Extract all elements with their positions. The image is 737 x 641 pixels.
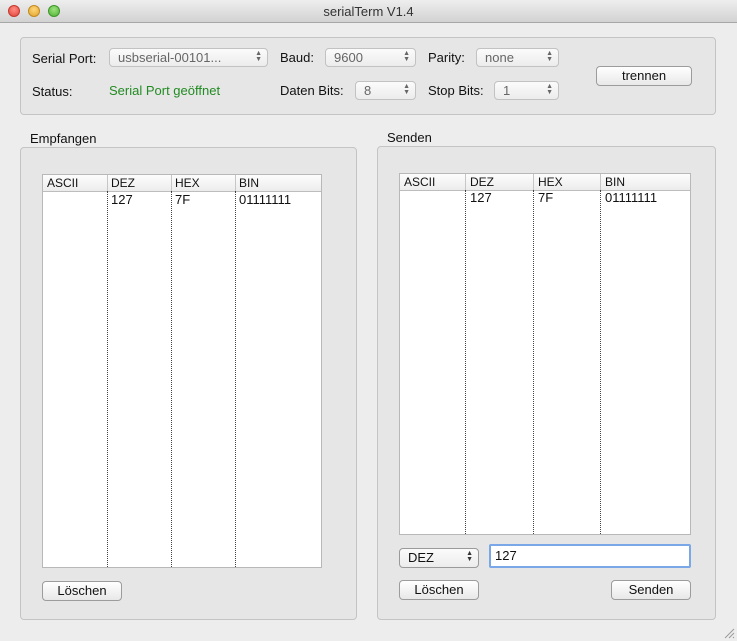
baud-value: 9600 [334,50,363,65]
column-divider [600,190,601,534]
stopbits-value: 1 [503,83,511,98]
column-divider [171,191,172,567]
column-header-bin[interactable]: BIN [239,176,259,190]
column-header-ascii[interactable]: ASCII [404,175,435,189]
column-divider [107,191,108,567]
serial-port-label: Serial Port: [32,51,97,66]
column-divider [465,190,466,534]
cell-bin: 01111111 [239,192,292,207]
cell-hex: 7F [538,190,554,205]
send-format-select[interactable]: DEZ ▲ ▼ [399,548,479,568]
baud-select[interactable]: 9600 ▲ ▼ [325,48,416,67]
stopbits-label: Stop Bits: [428,83,484,98]
column-header-ascii[interactable]: ASCII [47,176,78,190]
select-arrows-icon: ▲ ▼ [403,83,410,96]
serial-port-value: usbserial-00101... [118,50,222,65]
window-title: serialTerm V1.4 [323,4,414,19]
receive-table[interactable]: ASCII DEZ HEX BIN 127 7F 01111111 [42,174,322,568]
send-value-input[interactable]: 127 [489,544,691,568]
resize-grip-icon[interactable] [723,627,735,639]
select-arrows-icon: ▲ ▼ [403,50,410,63]
databits-label: Daten Bits: [280,83,344,98]
title-bar: serialTerm V1.4 [0,0,737,23]
column-header-hex[interactable]: HEX [175,176,200,190]
column-header-dez[interactable]: DEZ [470,175,494,189]
baud-label: Baud: [280,50,314,65]
cell-hex: 7F [175,192,191,207]
send-format-value: DEZ [408,550,434,565]
column-header-hex[interactable]: HEX [538,175,563,189]
send-table[interactable]: ASCII DEZ HEX BIN 127 7F 01111111 [399,173,691,535]
send-section-title: Senden [387,130,432,145]
status-label: Status: [32,84,73,99]
select-arrows-icon: ▲ ▼ [546,50,553,63]
receive-clear-button[interactable]: Löschen [42,581,122,601]
send-button[interactable]: Senden [611,580,691,600]
cell-bin: 01111111 [605,190,658,205]
cell-dez: 127 [111,192,133,207]
serial-port-select[interactable]: usbserial-00101... ▲ ▼ [109,48,268,67]
receive-section-title: Empfangen [30,131,97,146]
column-header-dez[interactable]: DEZ [111,176,135,190]
parity-select[interactable]: none ▲ ▼ [476,48,559,67]
parity-label: Parity: [428,50,465,65]
send-clear-button[interactable]: Löschen [399,580,479,600]
select-arrows-icon: ▲ ▼ [255,50,262,63]
cell-dez: 127 [470,190,492,205]
column-divider [533,190,534,534]
column-divider [235,191,236,567]
databits-select[interactable]: 8 ▲ ▼ [355,81,416,100]
receive-table-header: ASCII DEZ HEX BIN [43,175,321,192]
parity-value: none [485,50,514,65]
column-header-bin[interactable]: BIN [605,175,625,189]
select-arrows-icon: ▲ ▼ [466,550,473,563]
status-value: Serial Port geöffnet [109,83,221,98]
stopbits-select[interactable]: 1 ▲ ▼ [494,81,559,100]
select-arrows-icon: ▲ ▼ [546,83,553,96]
disconnect-button[interactable]: trennen [596,66,692,86]
send-table-header: ASCII DEZ HEX BIN [400,174,690,191]
databits-value: 8 [364,83,372,98]
